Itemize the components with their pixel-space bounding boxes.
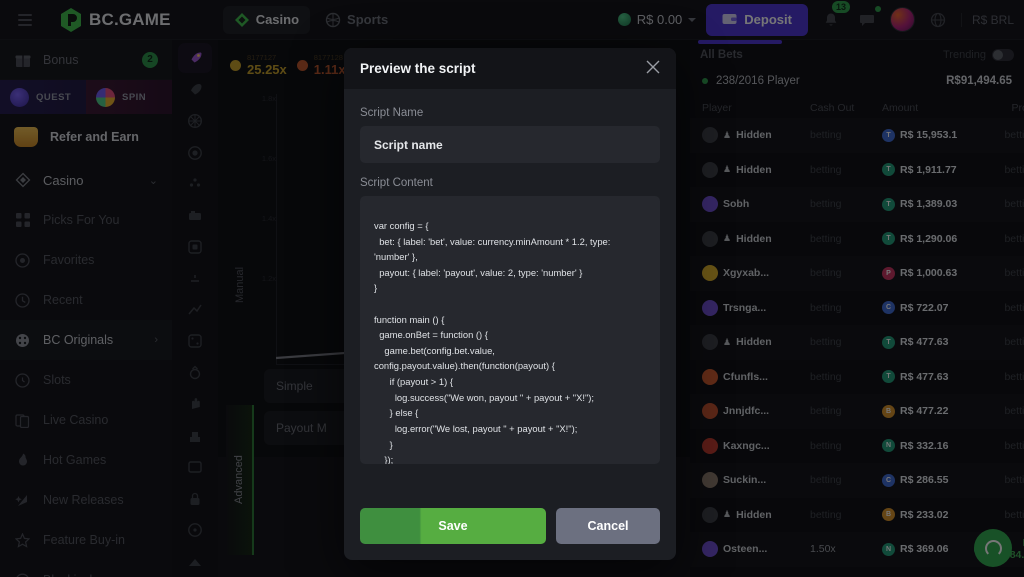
modal-body: Script Name Script Content var config = … (344, 89, 676, 464)
modal-actions: Save Cancel (360, 508, 660, 544)
modal-title: Preview the script (360, 61, 476, 76)
script-content-label: Script Content (360, 177, 433, 189)
script-name-input[interactable] (360, 126, 660, 163)
script-name-label: Script Name (360, 107, 424, 119)
close-icon[interactable] (646, 60, 660, 78)
cancel-button[interactable]: Cancel (556, 508, 660, 544)
preview-script-modal: Preview the script Script Name Script Co… (344, 48, 676, 560)
script-content-textarea[interactable]: var config = { bet: { label: 'bet', valu… (360, 196, 660, 464)
app-root: BC.GAME Casino Sports R$ 0.00 (0, 0, 1024, 577)
modal-header: Preview the script (344, 48, 676, 89)
save-button[interactable]: Save (360, 508, 546, 544)
